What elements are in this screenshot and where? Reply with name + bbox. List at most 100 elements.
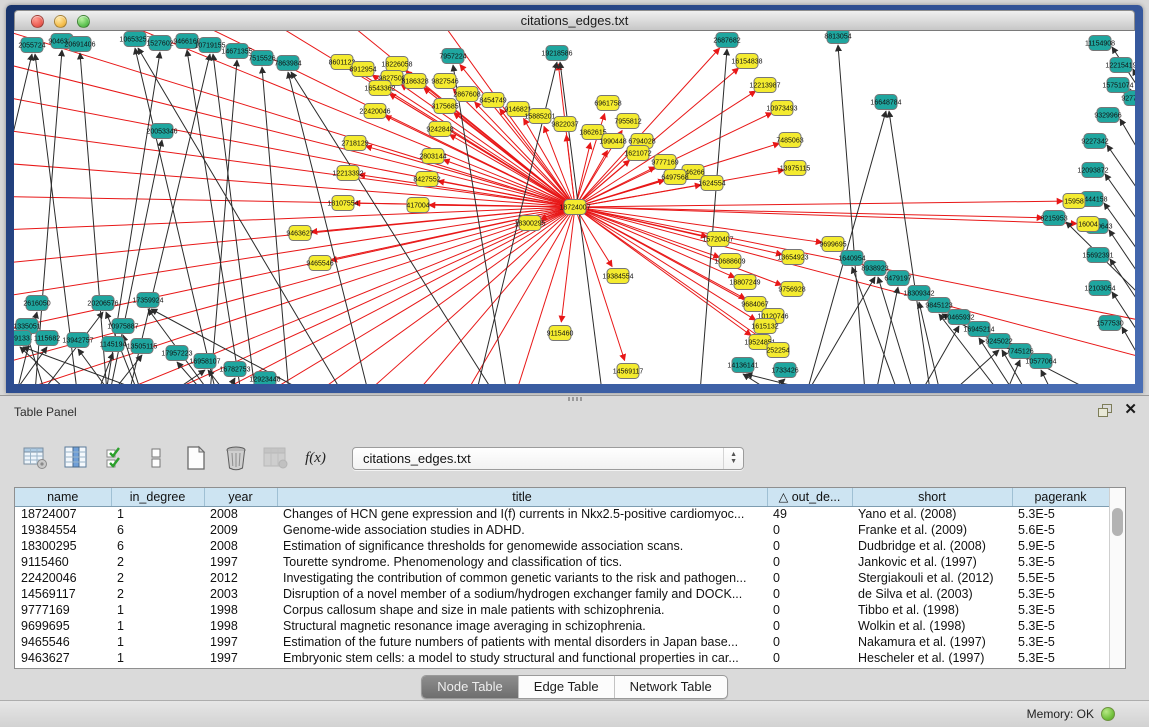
table-cell[interactable]: 2 [111, 586, 204, 602]
table-cell[interactable]: Dudbridge et al. (2008) [852, 538, 1012, 554]
column-header-name[interactable]: name [15, 488, 111, 506]
table-cell[interactable]: 5.3E-5 [1012, 650, 1109, 666]
close-panel-icon[interactable]: ✕ [1124, 403, 1137, 417]
table-cell[interactable]: 0 [767, 650, 852, 666]
tab-network-table[interactable]: Network Table [615, 676, 727, 698]
column-header-pagerank[interactable]: pagerank [1012, 488, 1109, 506]
table-cell[interactable]: Corpus callosum shape and size in male p… [277, 602, 767, 618]
table-cell[interactable]: Hescheler et al. (1997) [852, 650, 1012, 666]
table-cell[interactable]: 18300295 [15, 538, 111, 554]
function-builder-icon[interactable]: f(x) [302, 445, 329, 471]
table-cell[interactable]: 5.3E-5 [1012, 602, 1109, 618]
table-row[interactable]: 969969511998Structural magnetic resonanc… [15, 618, 1109, 634]
table-cell[interactable]: 9465546 [15, 634, 111, 650]
table-cell[interactable]: de Silva et al. (2003) [852, 586, 1012, 602]
table-cell[interactable]: 0 [767, 618, 852, 634]
new-table-icon[interactable] [182, 445, 209, 471]
table-cell[interactable]: 2009 [204, 522, 277, 538]
tab-edge-table[interactable]: Edge Table [519, 676, 615, 698]
table-cell[interactable]: Disruption of a novel member of a sodium… [277, 586, 767, 602]
table-cell[interactable]: 2 [111, 554, 204, 570]
table-cell[interactable]: Tibbo et al. (1998) [852, 602, 1012, 618]
table-row[interactable]: 977716911998Corpus callosum shape and si… [15, 602, 1109, 618]
network-canvas[interactable]: 2055724904633020691406106532571527602946… [14, 31, 1135, 384]
table-row[interactable]: 1456911722003Disruption of a novel membe… [15, 586, 1109, 602]
table-cell[interactable]: 9699695 [15, 618, 111, 634]
table-cell[interactable]: 0 [767, 538, 852, 554]
table-row[interactable]: 1872400712008Changes of HCN gene express… [15, 506, 1109, 522]
citation-network-graph[interactable]: 2055724904633020691406106532571527602946… [14, 31, 1135, 384]
table-cell[interactable]: 2 [111, 570, 204, 586]
table-cell[interactable]: 5.6E-5 [1012, 522, 1109, 538]
tab-node-table[interactable]: Node Table [422, 676, 519, 698]
table-row[interactable]: 1938455462009Genome-wide association stu… [15, 522, 1109, 538]
column-header-short[interactable]: short [852, 488, 1012, 506]
table-cell[interactable]: 49 [767, 506, 852, 522]
delete-table-icon[interactable] [222, 445, 249, 471]
table-cell[interactable]: 1997 [204, 650, 277, 666]
table-cell[interactable]: Wolkin et al. (1998) [852, 618, 1012, 634]
table-cell[interactable]: 1998 [204, 618, 277, 634]
table-cell[interactable]: Yano et al. (2008) [852, 506, 1012, 522]
table-cell[interactable]: 18724007 [15, 506, 111, 522]
network-window-titlebar[interactable]: citations_edges.txt [14, 10, 1135, 31]
table-cell[interactable]: 9463627 [15, 650, 111, 666]
table-cell[interactable]: 19384554 [15, 522, 111, 538]
table-cell[interactable]: 5.3E-5 [1012, 554, 1109, 570]
table-cell[interactable]: 2008 [204, 538, 277, 554]
column-header-title[interactable]: title [277, 488, 767, 506]
table-selector[interactable]: citations_edges.txt ▲▼ [352, 447, 744, 470]
table-cell[interactable]: 1 [111, 506, 204, 522]
table-cell[interactable]: Embryonic stem cells: a model to study s… [277, 650, 767, 666]
table-cell[interactable]: Structural magnetic resonance image aver… [277, 618, 767, 634]
column-header-out_de[interactable]: △ out_de... [767, 488, 852, 506]
close-window-button[interactable] [31, 15, 44, 28]
table-cell[interactable]: 5.5E-5 [1012, 570, 1109, 586]
table-cell[interactable]: Estimation of the future numbers of pati… [277, 634, 767, 650]
column-header-in_degree[interactable]: in_degree [111, 488, 204, 506]
table-cell[interactable]: Jankovic et al. (1997) [852, 554, 1012, 570]
table-row[interactable]: 2242004622012Investigating the contribut… [15, 570, 1109, 586]
table-cell[interactable]: 0 [767, 602, 852, 618]
table-row[interactable]: 1830029562008Estimation of significance … [15, 538, 1109, 554]
table-cell[interactable]: 1 [111, 602, 204, 618]
table-cell[interactable]: 5.3E-5 [1012, 506, 1109, 522]
table-row[interactable]: 946554611997Estimation of the future num… [15, 634, 1109, 650]
table-cell[interactable]: 0 [767, 570, 852, 586]
table-cell[interactable]: 5.3E-5 [1012, 586, 1109, 602]
table-cell[interactable]: 9115460 [15, 554, 111, 570]
scrollbar-thumb[interactable] [1112, 508, 1123, 536]
table-cell[interactable]: 9777169 [15, 602, 111, 618]
table-cell[interactable]: 5.3E-5 [1012, 618, 1109, 634]
table-cell[interactable]: Investigating the contribution of common… [277, 570, 767, 586]
table-cell[interactable]: 6 [111, 522, 204, 538]
table-cell[interactable]: 0 [767, 634, 852, 650]
table-cell[interactable]: 1 [111, 634, 204, 650]
table-cell[interactable]: 14569117 [15, 586, 111, 602]
table-cell[interactable]: 2012 [204, 570, 277, 586]
table-cell[interactable]: 5.9E-5 [1012, 538, 1109, 554]
table-cell[interactable]: 0 [767, 554, 852, 570]
table-cell[interactable]: 6 [111, 538, 204, 554]
table-cell[interactable]: 22420046 [15, 570, 111, 586]
table-cell[interactable]: Changes of HCN gene expression and I(f) … [277, 506, 767, 522]
select-all-columns-icon[interactable] [102, 445, 129, 471]
column-header-year[interactable]: year [204, 488, 277, 506]
table-scrollbar[interactable] [1109, 488, 1125, 668]
float-panel-icon[interactable] [1098, 404, 1112, 417]
table-cell[interactable]: 1998 [204, 602, 277, 618]
row-height-icon[interactable] [142, 445, 169, 471]
table-row[interactable]: 911546021997Tourette syndrome. Phenomeno… [15, 554, 1109, 570]
table-cell[interactable]: 5.3E-5 [1012, 634, 1109, 650]
table-cell[interactable]: 1 [111, 650, 204, 666]
table-cell[interactable]: Stergiakouli et al. (2012) [852, 570, 1012, 586]
table-cell[interactable]: Nakamura et al. (1997) [852, 634, 1012, 650]
table-cell[interactable]: Estimation of significance thresholds fo… [277, 538, 767, 554]
table-mode-icon[interactable] [22, 445, 49, 471]
table-cell[interactable]: 1 [111, 618, 204, 634]
table-cell[interactable]: 1997 [204, 634, 277, 650]
table-cell[interactable]: 2008 [204, 506, 277, 522]
table-cell[interactable]: 2003 [204, 586, 277, 602]
table-row[interactable]: 946362711997Embryonic stem cells: a mode… [15, 650, 1109, 666]
table-cell[interactable]: 0 [767, 522, 852, 538]
